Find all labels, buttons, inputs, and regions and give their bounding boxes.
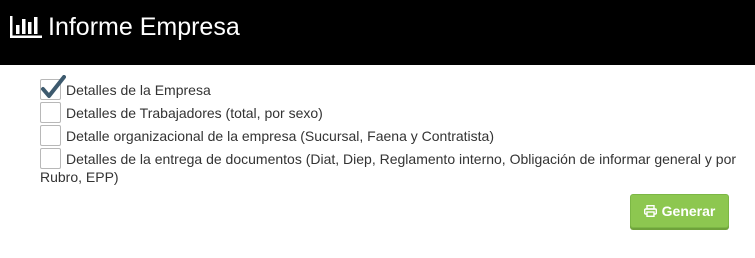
bar-chart-icon [10,16,42,38]
option-worker-details: Detalles de Trabajadores (total, por sex… [40,102,750,123]
checkmark-icon [41,75,66,98]
report-options-list: Detalles de la Empresa Detalles de Traba… [40,75,750,189]
generate-button[interactable]: Generar [630,194,729,228]
option-label: Detalles de Trabajadores (total, por sex… [66,105,323,121]
header-bar: Informe Empresa [0,0,755,65]
print-icon [643,205,657,217]
page-title: Informe Empresa [48,13,240,41]
option-org-details: Detalle organizacional de la empresa (Su… [40,125,750,146]
option-label: Detalle organizacional de la empresa (Su… [66,128,494,144]
checkbox-worker-details[interactable] [40,102,61,123]
option-label: Detalles de la entrega de documentos (Di… [40,151,737,185]
option-company-details: Detalles de la Empresa [40,75,750,100]
checkbox-company-details[interactable] [40,75,66,100]
option-documents-details: Detalles de la entrega de documentos (Di… [40,148,750,186]
checkbox-org-details[interactable] [40,125,61,146]
checkbox-documents-details[interactable] [40,148,61,169]
generate-button-label: Generar [661,203,716,219]
option-label: Detalles de la Empresa [66,82,211,98]
